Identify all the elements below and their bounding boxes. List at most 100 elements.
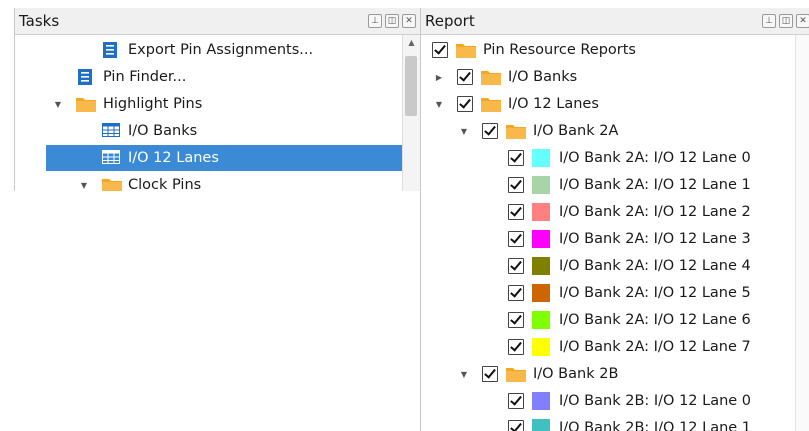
- report-item-label: I/O 12 Lanes: [508, 96, 599, 112]
- pin-icon[interactable]: ⊥: [762, 14, 776, 28]
- report-item-io-bank-2a[interactable]: ▼ I/O Bank 2A: [421, 118, 809, 144]
- report-panel-title: Report: [425, 12, 475, 30]
- color-swatch: [532, 392, 550, 410]
- report-item-label: I/O Bank 2A: I/O 12 Lane 6: [559, 312, 751, 328]
- color-swatch: [532, 338, 550, 356]
- report-item-label: I/O Bank 2A: [533, 123, 619, 139]
- color-swatch: [532, 284, 550, 302]
- table-icon: [102, 123, 120, 139]
- document-list-icon: [78, 69, 92, 85]
- task-item-export-pin-assignments[interactable]: Export Pin Assignments...: [15, 37, 402, 63]
- tasks-tree: Export Pin Assignments... Pin Finder... …: [15, 35, 402, 191]
- report-item-label: I/O Bank 2A: I/O 12 Lane 1: [559, 177, 751, 193]
- report-scrollbar[interactable]: [795, 35, 809, 431]
- report-item-label: I/O Banks: [508, 69, 578, 85]
- folder-icon: [76, 96, 96, 112]
- checkbox[interactable]: [482, 366, 498, 382]
- scroll-up-arrow-icon[interactable]: ▲: [403, 38, 420, 47]
- report-item-label: I/O Bank 2B: [533, 366, 619, 382]
- task-item-pin-finder[interactable]: Pin Finder...: [15, 64, 402, 90]
- color-swatch: [532, 149, 550, 167]
- report-item-label: I/O Bank 2A: I/O 12 Lane 7: [559, 339, 751, 355]
- report-panel-header: Report ⊥ ◫ ✕: [421, 8, 809, 35]
- checkbox[interactable]: [457, 96, 473, 112]
- checkbox[interactable]: [508, 420, 524, 431]
- report-item-bank-2b-lane-0[interactable]: I/O Bank 2B: I/O 12 Lane 0: [421, 388, 809, 414]
- chevron-down-icon[interactable]: ▼: [459, 370, 469, 379]
- chevron-down-icon[interactable]: ▼: [53, 100, 63, 109]
- folder-icon: [506, 123, 526, 139]
- report-item-bank-2b-lane-1[interactable]: I/O Bank 2B: I/O 12 Lane 1: [421, 415, 809, 431]
- color-swatch: [532, 176, 550, 194]
- color-swatch: [532, 203, 550, 221]
- chevron-down-icon[interactable]: ▼: [459, 127, 469, 136]
- report-item-label: I/O Bank 2A: I/O 12 Lane 4: [559, 258, 751, 274]
- checkbox[interactable]: [508, 339, 524, 355]
- task-item-label: I/O Banks: [128, 123, 198, 139]
- checkbox[interactable]: [508, 177, 524, 193]
- task-item-io-12-lanes[interactable]: I/O 12 Lanes: [46, 145, 402, 171]
- checkbox[interactable]: [457, 69, 473, 85]
- checkbox[interactable]: [508, 150, 524, 166]
- report-item-label: I/O Bank 2A: I/O 12 Lane 0: [559, 150, 751, 166]
- report-item-label: I/O Bank 2A: I/O 12 Lane 2: [559, 204, 751, 220]
- tasks-scrollbar[interactable]: ▲: [402, 35, 420, 191]
- checkbox[interactable]: [508, 258, 524, 274]
- color-swatch: [532, 419, 550, 431]
- report-item-bank-2a-lane-5[interactable]: I/O Bank 2A: I/O 12 Lane 5: [421, 280, 809, 306]
- color-swatch: [532, 311, 550, 329]
- checkbox[interactable]: [508, 204, 524, 220]
- task-item-label: Clock Pins: [128, 177, 202, 191]
- float-icon[interactable]: ◫: [779, 14, 793, 28]
- checkbox[interactable]: [508, 393, 524, 409]
- checkbox[interactable]: [508, 312, 524, 328]
- report-item-io-banks[interactable]: ▶ I/O Banks: [421, 64, 809, 90]
- checkbox[interactable]: [432, 42, 448, 58]
- report-item-bank-2a-lane-1[interactable]: I/O Bank 2A: I/O 12 Lane 1: [421, 172, 809, 198]
- report-item-label: I/O Bank 2A: I/O 12 Lane 5: [559, 285, 751, 301]
- color-swatch: [532, 257, 550, 275]
- chevron-right-icon[interactable]: ▶: [434, 73, 444, 82]
- report-item-io-bank-2b[interactable]: ▼ I/O Bank 2B: [421, 361, 809, 387]
- chevron-down-icon[interactable]: ▼: [79, 181, 89, 190]
- close-icon[interactable]: ✕: [796, 14, 809, 28]
- task-item-label: Export Pin Assignments...: [128, 42, 314, 58]
- checkbox[interactable]: [508, 285, 524, 301]
- checkbox[interactable]: [508, 231, 524, 247]
- report-item-bank-2a-lane-3[interactable]: I/O Bank 2A: I/O 12 Lane 3: [421, 226, 809, 252]
- float-icon[interactable]: ◫: [385, 14, 399, 28]
- document-list-icon: [103, 42, 117, 58]
- folder-icon: [456, 42, 476, 58]
- report-tree: Pin Resource Reports ▶ I/O Banks ▼ I/O 1…: [421, 35, 809, 431]
- tasks-panel-title: Tasks: [19, 12, 60, 30]
- report-item-bank-2a-lane-2[interactable]: I/O Bank 2A: I/O 12 Lane 2: [421, 199, 809, 225]
- chevron-down-icon[interactable]: ▼: [434, 100, 444, 109]
- report-item-bank-2a-lane-4[interactable]: I/O Bank 2A: I/O 12 Lane 4: [421, 253, 809, 279]
- folder-icon: [506, 366, 526, 382]
- checkbox[interactable]: [482, 123, 498, 139]
- report-item-pin-resource-reports[interactable]: Pin Resource Reports: [421, 37, 809, 63]
- tasks-panel: Tasks ⊥ ◫ ✕ Export Pin Assignments... Pi…: [14, 8, 421, 191]
- report-item-io-12-lanes[interactable]: ▼ I/O 12 Lanes: [421, 91, 809, 117]
- task-item-label: Highlight Pins: [103, 96, 203, 112]
- task-item-label: Pin Finder...: [103, 69, 187, 85]
- folder-icon: [102, 177, 122, 191]
- folder-icon: [481, 69, 501, 85]
- report-item-bank-2a-lane-6[interactable]: I/O Bank 2A: I/O 12 Lane 6: [421, 307, 809, 333]
- scroll-thumb[interactable]: [405, 56, 417, 116]
- report-item-bank-2a-lane-0[interactable]: I/O Bank 2A: I/O 12 Lane 0: [421, 145, 809, 171]
- report-panel: Report ⊥ ◫ ✕ Pin Resource Reports ▶ I/O …: [420, 8, 809, 431]
- report-item-label: Pin Resource Reports: [483, 42, 636, 58]
- task-item-highlight-pins[interactable]: ▼ Highlight Pins: [15, 91, 402, 117]
- task-item-label: I/O 12 Lanes: [128, 150, 219, 166]
- report-item-bank-2a-lane-7[interactable]: I/O Bank 2A: I/O 12 Lane 7: [421, 334, 809, 360]
- report-item-label: I/O Bank 2B: I/O 12 Lane 0: [559, 393, 752, 409]
- task-item-io-banks[interactable]: I/O Banks: [15, 118, 402, 144]
- report-item-label: I/O Bank 2A: I/O 12 Lane 3: [559, 231, 751, 247]
- task-item-clock-pins[interactable]: ▼ Clock Pins: [15, 172, 402, 191]
- tasks-panel-header: Tasks ⊥ ◫ ✕: [15, 8, 420, 35]
- pin-icon[interactable]: ⊥: [368, 14, 382, 28]
- folder-icon: [481, 96, 501, 112]
- close-icon[interactable]: ✕: [402, 14, 416, 28]
- color-swatch: [532, 230, 550, 248]
